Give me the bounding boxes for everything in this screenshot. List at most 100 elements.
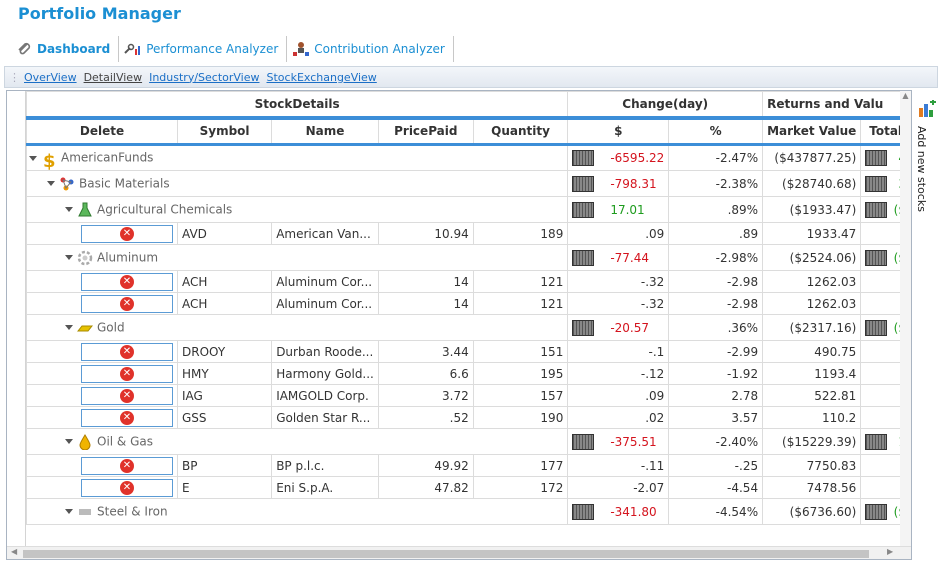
stock-row[interactable]: ✕ ACH Aluminum Cor... 14 121 -.32 -2.98 1262.03 (26, 270, 911, 293)
change-dollar-cell: .02 (567, 406, 670, 429)
group-label: Oil & Gas (97, 434, 154, 448)
group-row[interactable]: Oil & Gas-375.51-2.40%($15229.39)1 (25, 428, 911, 455)
group-label-cell[interactable]: Aluminum (25, 244, 569, 271)
nav-performance-analyzer[interactable]: Performance Analyzer (119, 36, 288, 62)
col-name[interactable]: Name (271, 117, 379, 146)
trend-chart-icon[interactable] (865, 319, 888, 336)
col-change-percent[interactable]: % (668, 117, 764, 146)
view-industry-sector-link[interactable]: Industry/SectorView (149, 71, 259, 84)
market-value-value: 7750.83 (806, 458, 857, 473)
group-change-cell: -77.44 (567, 244, 670, 271)
trend-chart-icon[interactable] (865, 433, 888, 450)
view-overview-link[interactable]: OverView (24, 71, 77, 84)
symbol-value: IAG (182, 388, 203, 403)
change-percent-cell: -1.92 (668, 362, 764, 385)
view-stock-exchange-link[interactable]: StockExchangeView (267, 71, 377, 84)
group-label-cell[interactable]: Agricultural Chemicals (25, 196, 569, 223)
change-dollar-cell: -.1 (567, 340, 670, 363)
symbol-value: ACH (182, 274, 208, 289)
delete-stock-button[interactable]: ✕ (81, 342, 173, 361)
trend-chart-icon[interactable] (572, 150, 595, 166)
group-market-value: ($2524.06) (789, 250, 857, 265)
scroll-left-icon[interactable]: ◀ (11, 547, 17, 556)
delete-stock-button[interactable]: ✕ (81, 364, 173, 383)
col-price-paid[interactable]: PricePaid (377, 117, 474, 146)
price-paid-value: 10.94 (434, 226, 469, 241)
name-value: IAMGOLD Corp. (276, 388, 369, 403)
delete-icon: ✕ (120, 410, 134, 425)
group-row[interactable]: Basic Materials-798.31-2.38%($28740.68)3 (25, 170, 911, 197)
change-percent-cell: -.25 (668, 454, 764, 477)
group-row[interactable]: Aluminum-77.44-2.98%($2524.06)($ (25, 244, 911, 271)
stock-row[interactable]: ✕ E Eni S.p.A. 47.82 172 -2.07 -4.54 7478.56 (26, 476, 911, 499)
scroll-right-icon[interactable]: ▶ (887, 547, 893, 556)
col-quantity[interactable]: Quantity (472, 117, 569, 146)
group-label: Agricultural Chemicals (97, 202, 233, 216)
delete-stock-button[interactable]: ✕ (81, 456, 173, 475)
price-paid-value: .52 (449, 410, 469, 425)
trend-chart-icon[interactable] (865, 150, 888, 166)
group-label-cell[interactable]: Oil & Gas (25, 428, 569, 455)
collapse-arrow-icon[interactable] (29, 155, 37, 161)
stock-row[interactable]: ✕ GSS Golden Star R... .52 190 .02 3.57 110.2 (26, 406, 911, 429)
delete-stock-button[interactable]: ✕ (81, 272, 173, 291)
stock-row[interactable]: ✕ ACH Aluminum Cor... 14 121 -.32 -2.98 1262.03 (26, 292, 911, 315)
scroll-up-icon[interactable]: ▲ (900, 91, 911, 100)
trend-chart-icon[interactable] (865, 175, 888, 192)
delete-stock-button[interactable]: ✕ (81, 408, 173, 427)
group-row[interactable]: Gold-20.57.36%($2317.16)($ (25, 314, 911, 341)
stock-row[interactable]: ✕ DROOY Durban Roode... 3.44 151 -.1 -2.99 490.… (26, 340, 911, 363)
price-paid-cell: 47.82 (377, 476, 474, 499)
collapse-arrow-icon[interactable] (65, 255, 73, 260)
collapse-arrow-icon[interactable] (65, 325, 73, 330)
trend-chart-icon[interactable] (865, 249, 888, 266)
col-market-value[interactable]: Market Value (762, 117, 862, 146)
market-value-value: 1193.4 (814, 366, 857, 381)
trend-chart-icon[interactable] (572, 433, 595, 450)
trend-chart-icon[interactable] (572, 503, 595, 520)
stock-row[interactable]: ✕ BP BP p.l.c. 49.92 177 -.11 -.25 7750.83 (26, 454, 911, 477)
collapse-arrow-icon[interactable] (65, 439, 73, 444)
group-label-cell[interactable]: $ AmericanFunds (25, 144, 569, 171)
trend-chart-icon[interactable] (572, 175, 595, 192)
delete-stock-button[interactable]: ✕ (81, 386, 173, 405)
change-percent-cell: 2.78 (668, 384, 764, 407)
quantity-cell: 189 (472, 222, 569, 245)
trend-chart-icon[interactable] (572, 249, 595, 266)
collapse-arrow-icon[interactable] (47, 181, 55, 186)
delete-stock-button[interactable]: ✕ (81, 224, 173, 243)
group-row[interactable]: Steel & Iron-341.80-4.54%($6736.60)($ (25, 498, 911, 525)
svg-text:$: $ (43, 151, 56, 170)
horizontal-scrollbar[interactable]: ◀ ▶ (7, 546, 911, 559)
col-symbol[interactable]: Symbol (176, 117, 273, 146)
name-cell: Durban Roode... (271, 340, 379, 363)
group-row[interactable]: $ AmericanFunds -6595.22 -2.47% ($437877.25)… (25, 144, 911, 171)
nav-dashboard[interactable]: Dashboard (10, 36, 120, 62)
add-new-stocks-tab[interactable]: Add new stocks (912, 96, 938, 246)
group-change-value: -375.51 (610, 434, 657, 449)
group-label-cell[interactable]: Steel & Iron (25, 498, 569, 525)
trend-chart-icon[interactable] (865, 503, 888, 520)
stock-row[interactable]: ✕ AVD American Van... 10.94 189 .09 .89 1933.47 (26, 222, 911, 245)
group-label-cell[interactable]: Gold (25, 314, 569, 341)
delete-stock-button[interactable]: ✕ (81, 478, 173, 497)
vertical-scrollbar[interactable]: ▲ (900, 91, 911, 546)
collapse-arrow-icon[interactable] (65, 509, 73, 514)
add-new-stocks-label: Add new stocks (915, 126, 928, 212)
col-delete[interactable]: Delete (26, 117, 178, 146)
view-detailview-link[interactable]: DetailView (84, 71, 143, 84)
trend-chart-icon[interactable] (572, 319, 595, 336)
change-percent-value: 3.57 (731, 410, 759, 425)
group-label-cell[interactable]: Basic Materials (25, 170, 569, 197)
nav-contribution-analyzer[interactable]: Contribution Analyzer (287, 36, 454, 62)
trend-chart-icon[interactable] (865, 201, 888, 218)
horizontal-scroll-thumb[interactable] (23, 550, 869, 558)
delete-stock-button[interactable]: ✕ (81, 294, 173, 313)
price-paid-cell: 10.94 (377, 222, 474, 245)
trend-chart-icon[interactable] (572, 201, 595, 218)
collapse-arrow-icon[interactable] (65, 207, 73, 212)
col-change-dollar[interactable]: $ (567, 117, 670, 146)
group-row[interactable]: Agricultural Chemicals 17.01 .89% ($1933.47… (25, 196, 911, 223)
stock-row[interactable]: ✕ IAG IAMGOLD Corp. 3.72 157 .09 2.78 522.81 (26, 384, 911, 407)
stock-row[interactable]: ✕ HMY Harmony Gold... 6.6 195 -.12 -1.92 1193.4 (26, 362, 911, 385)
